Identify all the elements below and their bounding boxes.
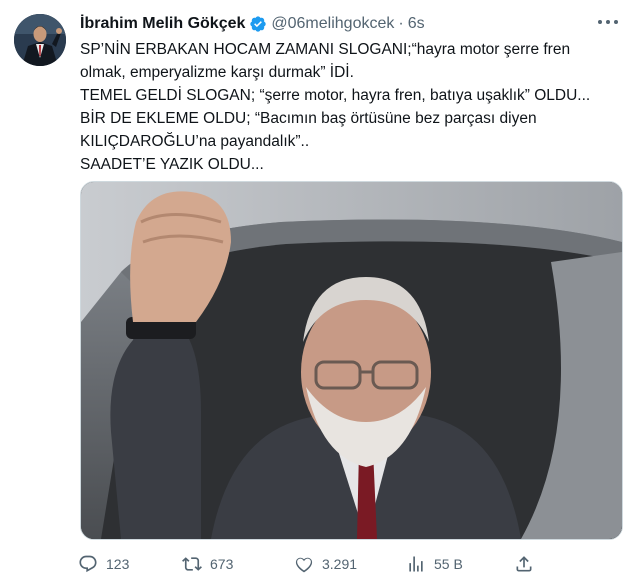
tweet-text-line: olmak, emperyalizme karşı durmak” İDİ. <box>80 64 354 81</box>
reply-button[interactable]: 123 <box>78 552 129 576</box>
tweet-photo[interactable] <box>80 181 623 540</box>
tweet-timestamp[interactable]: 6s <box>408 15 425 33</box>
author-name[interactable]: İbrahim Melih Gökçek <box>80 15 245 33</box>
views-count: 55 B <box>434 556 463 572</box>
views-button[interactable]: 55 B <box>406 552 463 576</box>
reply-count: 123 <box>106 556 130 572</box>
author-handle[interactable]: @06melihgokcek <box>271 15 394 33</box>
retweet-count: 673 <box>210 556 234 572</box>
tweet-text: SP’NİN ERBAKAN HOCAM ZAMANI SLOGANI;“hay… <box>80 38 620 176</box>
tweet-text-line: TEMEL GELDİ SLOGAN; “şerre motor, hayra … <box>80 87 591 104</box>
share-button[interactable] <box>514 552 542 576</box>
like-count: 3.291 <box>322 556 358 572</box>
retweet-button[interactable]: 673 <box>182 552 233 576</box>
reply-icon <box>79 555 97 573</box>
tweet-actions: 123 673 3.291 55 B <box>78 552 548 576</box>
retweet-icon <box>182 557 202 571</box>
verified-badge-icon <box>249 15 267 33</box>
views-chart-icon <box>409 556 423 572</box>
separator-dot: · <box>398 15 404 32</box>
more-options-icon[interactable] <box>596 10 620 34</box>
tweet-text-line: KILIÇDAROĞLU’na payandalık”.. <box>80 133 310 150</box>
tweet-text-line: SP’NİN ERBAKAN HOCAM ZAMANI SLOGANI;“hay… <box>80 41 571 58</box>
share-icon <box>516 556 532 572</box>
avatar[interactable] <box>14 14 66 66</box>
like-button[interactable]: 3.291 <box>294 552 357 576</box>
tweet-card: İbrahim Melih Gökçek @06melihgokcek · 6s… <box>0 0 640 585</box>
tweet-text-line: SAADET’E YAZIK OLDU... <box>80 156 264 173</box>
tweet-text-line: BİR DE EKLEME OLDU; “Bacımın baş örtüsün… <box>80 110 537 127</box>
heart-icon <box>295 557 313 573</box>
tweet-header: İbrahim Melih Gökçek @06melihgokcek · 6s <box>80 12 580 36</box>
